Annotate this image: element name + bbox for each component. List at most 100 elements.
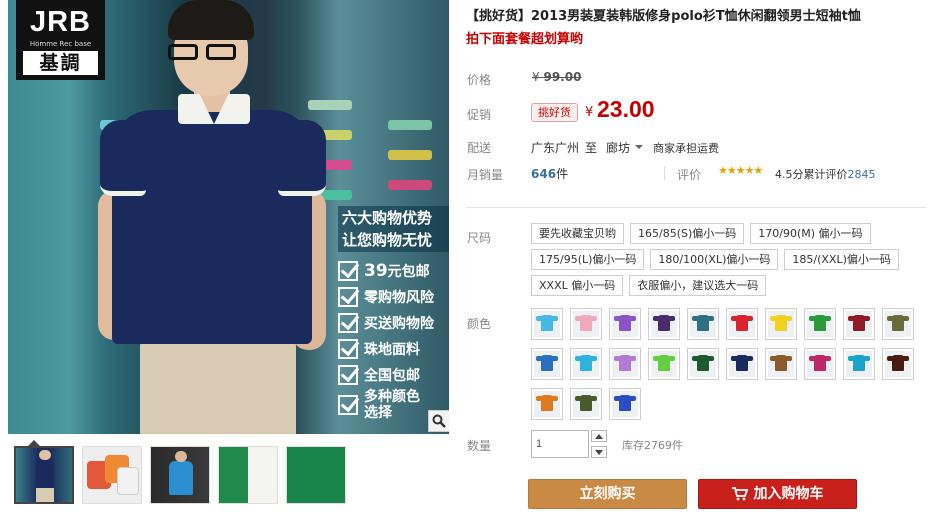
promo-title-line: 让您购物无忧 — [342, 231, 433, 249]
chevron-up-icon — [595, 433, 603, 439]
product-title: 【挑好货】2013男装夏装韩版修身polo衫T恤休闲翻领男士短袖t恤 — [466, 9, 861, 24]
shelf-decor — [388, 180, 432, 190]
glasses-icon — [162, 44, 248, 60]
color-swatch-sky-blue[interactable] — [570, 348, 602, 380]
thumb-figure — [169, 461, 193, 495]
tshirt-icon — [809, 315, 831, 331]
color-swatch-green[interactable] — [804, 308, 836, 340]
color-swatch-lime[interactable] — [648, 348, 680, 380]
tshirt-icon — [848, 355, 870, 371]
tshirt-icon — [614, 315, 636, 331]
color-swatch-yellow[interactable] — [765, 308, 797, 340]
promo-item: 零购物风险 — [338, 284, 449, 310]
color-swatch-orange-model[interactable] — [531, 388, 563, 420]
tshirt-icon — [731, 355, 753, 371]
thumb-figure — [36, 488, 54, 502]
product-subtitle: 拍下面套餐超划算哟 — [466, 32, 584, 47]
sales-count: 646 — [531, 167, 557, 181]
swatch-image — [612, 351, 638, 377]
color-swatch-brown-model[interactable] — [765, 348, 797, 380]
shipping-from: 广东广州 — [531, 141, 580, 155]
tshirt-icon — [848, 315, 870, 331]
promo-line: 选择 — [364, 405, 392, 421]
swatch-image — [846, 311, 872, 337]
zoom-button[interactable] — [428, 410, 449, 432]
review-label: 累计评价 — [803, 168, 848, 181]
color-swatch-magenta[interactable] — [804, 348, 836, 380]
promo-item: 全国包邮 — [338, 362, 449, 388]
add-to-cart-button[interactable]: 加入购物车 — [698, 479, 857, 509]
promo-item: 39 元包邮 — [338, 258, 449, 284]
color-swatch-dark-brown[interactable] — [882, 348, 914, 380]
size-option[interactable]: 175/95(L)偏小一码 — [531, 249, 645, 270]
promo-item: 珠地面料 — [338, 336, 449, 362]
quantity-decrease-button[interactable] — [591, 446, 607, 458]
color-swatch-dark-purple[interactable] — [648, 308, 680, 340]
original-price: ¥ 99.00 — [532, 70, 581, 84]
promo-item-text: 珠地面料 — [364, 342, 420, 358]
shipping-destination[interactable]: 廊坊 — [606, 139, 630, 156]
size-option[interactable]: 180/100(XL)偏小一码 — [650, 249, 779, 270]
monthly-sales-label: 月销量 — [467, 168, 504, 182]
main-product-image[interactable]: JRB Homme Rec base 基調 六大购物优势 让您购物无忧 39 元包… — [8, 0, 449, 434]
swatch-image — [729, 351, 755, 377]
swatch-image — [573, 351, 599, 377]
swatch-image — [651, 311, 677, 337]
size-option[interactable]: XXXL 偏小一码 — [531, 275, 624, 296]
swatch-image — [729, 311, 755, 337]
stock-info: 库存2769件 — [622, 439, 683, 452]
thumbnail-4[interactable] — [218, 446, 278, 504]
thumb-figure — [39, 450, 51, 460]
rating-summary[interactable]: 4.5分累计评价2845 — [775, 166, 876, 182]
promo-item-text: 零购物风险 — [364, 290, 434, 306]
thumbnail-strip — [14, 446, 346, 504]
color-swatch-teal-model[interactable] — [687, 308, 719, 340]
sales-unit: 件 — [556, 167, 569, 181]
buy-now-button[interactable]: 立刻购买 — [528, 479, 687, 509]
quantity-input[interactable] — [531, 430, 589, 458]
quantity-increase-button[interactable] — [591, 430, 607, 442]
color-swatch-navy[interactable] — [726, 348, 758, 380]
thumbnail-5[interactable] — [286, 446, 346, 504]
color-swatch-light-blue[interactable] — [531, 308, 563, 340]
tshirt-icon — [692, 355, 714, 371]
size-option[interactable]: 衣服偏小，建议选大一码 — [629, 275, 767, 296]
swatch-image — [807, 351, 833, 377]
size-option[interactable]: 170/90(M) 偏小一码 — [750, 223, 871, 244]
checkbox-icon — [338, 339, 358, 359]
swatch-image — [651, 351, 677, 377]
model-pants — [140, 340, 296, 434]
color-swatch-royal-blue[interactable] — [531, 348, 563, 380]
model-figure — [78, 0, 338, 434]
swatch-image — [885, 311, 911, 337]
promo-tag: 挑好货 — [531, 103, 578, 122]
thumbnail-1[interactable] — [14, 446, 74, 504]
color-swatch-cyan[interactable] — [843, 348, 875, 380]
chevron-down-icon[interactable] — [635, 145, 643, 149]
color-swatch-purple[interactable] — [609, 308, 641, 340]
size-option[interactable]: 165/85(S)偏小一码 — [630, 223, 745, 244]
size-option[interactable]: 185/(XXL)偏小一码 — [784, 249, 899, 270]
thumb-figure — [175, 451, 187, 462]
add-to-cart-label: 加入购物车 — [753, 486, 824, 502]
color-swatch-lilac[interactable] — [609, 348, 641, 380]
size-option[interactable]: 要先收藏宝贝哟 — [531, 223, 624, 244]
thumbnail-2[interactable] — [82, 446, 142, 504]
tshirt-icon — [575, 315, 597, 331]
color-swatch-red[interactable] — [726, 308, 758, 340]
color-swatch-army-green[interactable] — [570, 388, 602, 420]
tshirt-icon — [887, 355, 909, 371]
thumb-figure — [36, 458, 54, 488]
color-swatch-pink[interactable] — [570, 308, 602, 340]
color-swatch-olive-model[interactable] — [882, 308, 914, 340]
tshirt-icon — [536, 315, 558, 331]
promo-item-text: 元包邮 — [387, 264, 430, 280]
current-price: 23.00 — [597, 96, 655, 122]
color-swatch-dark-green[interactable] — [687, 348, 719, 380]
color-swatch-cobalt[interactable] — [609, 388, 641, 420]
color-swatch-burgundy[interactable] — [843, 308, 875, 340]
thumbnail-3[interactable] — [150, 446, 210, 504]
divider — [466, 207, 926, 208]
color-label: 颜色 — [467, 317, 492, 331]
swatch-image — [885, 351, 911, 377]
